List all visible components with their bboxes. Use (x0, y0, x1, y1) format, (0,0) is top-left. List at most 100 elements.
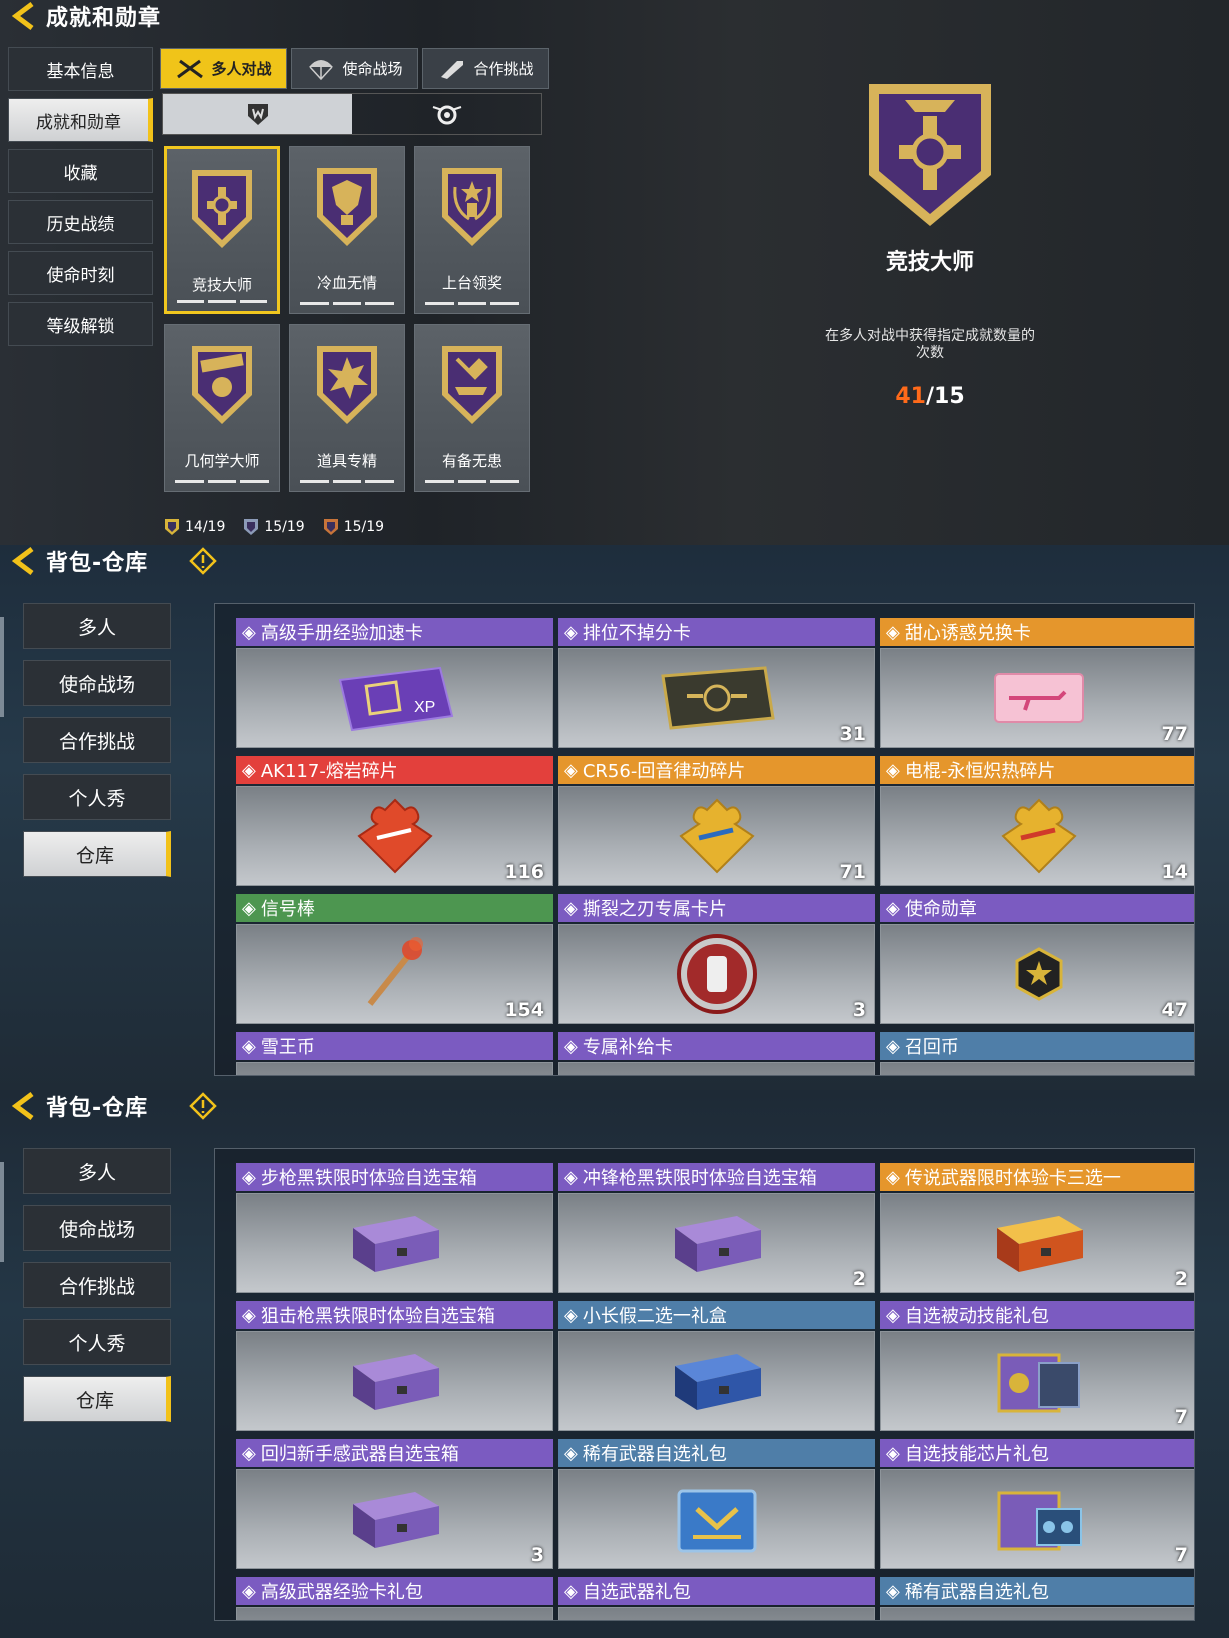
medal-progress (425, 302, 520, 305)
inventory-item[interactable]: ◈ 电棍-永恒炽热碎片 14 (880, 756, 1194, 889)
item-count: 116 (504, 861, 544, 883)
rarity-diamond-icon: ◈ (242, 1035, 256, 1057)
sidebar-item-battle-royale[interactable]: 使命战场 (23, 660, 171, 706)
item-body (236, 1331, 553, 1431)
medal-label: 有备无患 (441, 452, 502, 470)
item-grid: ◈高级手册经验加速卡 XP ◈排位不掉分卡 31 ◈甜心诱惑兑换卡 77 (236, 618, 1194, 1075)
tab-battle-royale[interactable]: 使命战场 (291, 48, 418, 89)
medal-card[interactable]: 竞技大师 (164, 146, 280, 314)
item-body: 154 (236, 924, 553, 1024)
inventory-item[interactable]: ◈ 召回币 (880, 1032, 1194, 1075)
sidebar-item-warehouse[interactable]: 仓库 (23, 831, 171, 877)
sidebar: 多人 使命战场 合作挑战 个人秀 仓库 (23, 603, 171, 888)
medal-progress-text: 41/15 (895, 384, 965, 409)
sidebar-item-basic-info[interactable]: 基本信息 (8, 47, 153, 91)
inventory-item[interactable]: ◈ 狙击枪黑铁限时体验自选宝箱 (236, 1301, 553, 1434)
sidebar-item-coop[interactable]: 合作挑战 (23, 1262, 171, 1308)
inventory-item[interactable]: ◈ 高级武器经验卡礼包 (236, 1577, 553, 1620)
inventory-item[interactable]: ◈ 专属补给卡 (558, 1032, 875, 1075)
inventory-item[interactable]: ◈ 回归新手感武器自选宝箱 3 (236, 1439, 553, 1572)
inventory-item[interactable]: ◈ AK117-熔岩碎片 116 (236, 756, 553, 889)
tab-medals[interactable] (163, 94, 352, 134)
medal-progress (177, 300, 267, 303)
tab-badges[interactable] (352, 94, 541, 134)
medal-card[interactable]: 道具专精 (289, 324, 405, 492)
item-header: ◈ 高级武器经验卡礼包 (236, 1577, 553, 1605)
sidebar-item-coop[interactable]: 合作挑战 (23, 717, 171, 763)
item-body: 116 (236, 786, 553, 886)
pink-card-icon (993, 673, 1084, 723)
rarity-diamond-icon: ◈ (242, 1304, 256, 1326)
item-body: 2 (558, 1193, 875, 1293)
inventory-item[interactable]: ◈ 排位不掉分卡 31 (558, 618, 875, 751)
item-body: 2 (880, 1193, 1194, 1293)
sidebar-item-multiplayer[interactable]: 多人 (23, 603, 171, 649)
item-header: ◈ 专属补给卡 (558, 1032, 875, 1060)
inventory-item[interactable]: ◈ 信号棒 154 (236, 894, 553, 1027)
medal-stats: 14/19 15/19 15/19 (164, 518, 384, 536)
item-header: ◈ 撕裂之刃专属卡片 (558, 894, 875, 922)
item-body: 47 (880, 924, 1194, 1024)
item-header: ◈ 召回币 (880, 1032, 1194, 1060)
back-button[interactable] (0, 1090, 46, 1122)
sidebar-item-collection[interactable]: 收藏 (8, 149, 153, 193)
inventory-item[interactable]: ◈ 甜心诱惑兑换卡 77 (880, 618, 1194, 751)
inventory-item[interactable]: ◈ 步枪黑铁限时体验自选宝箱 (236, 1163, 553, 1296)
item-header: ◈ 自选被动技能礼包 (880, 1301, 1194, 1329)
warning-button[interactable] (188, 1091, 218, 1121)
inventory-item[interactable]: ◈ 冲锋枪黑铁限时体验自选宝箱 2 (558, 1163, 875, 1296)
sidebar-item-moments[interactable]: 使命时刻 (8, 251, 153, 295)
tab-multiplayer[interactable]: 多人对战 (160, 48, 287, 89)
sidebar-item-battle-royale[interactable]: 使命战场 (23, 1205, 171, 1251)
sidebar-item-multiplayer[interactable]: 多人 (23, 1148, 171, 1194)
inventory-item[interactable]: ◈ 自选武器礼包 (558, 1577, 875, 1620)
inventory-item[interactable]: ◈ 小长假二选一礼盒 (558, 1301, 875, 1434)
inventory-item[interactable]: ◈ CR56-回音律动碎片 71 (558, 756, 875, 889)
stat-bronze: 15/19 (323, 518, 384, 536)
inventory-item[interactable]: ◈ 雪王币 (236, 1032, 553, 1075)
inventory-item[interactable]: ◈ 使命勋章 47 (880, 894, 1194, 1027)
medal-card[interactable]: 有备无患 (414, 324, 530, 492)
crossed-guns-icon (177, 59, 204, 78)
sidebar-item-achievements[interactable]: 成就和勋章 (8, 98, 153, 142)
inventory-item[interactable]: ◈ 撕裂之刃专属卡片 3 (558, 894, 875, 1027)
item-count: 7 (1174, 1406, 1188, 1428)
header: 背包-仓库 (0, 545, 218, 577)
sidebar-item-history[interactable]: 历史战绩 (8, 200, 153, 244)
item-grid: ◈ 步枪黑铁限时体验自选宝箱 ◈ 冲锋枪黑铁限时体验自选宝箱 2 ◈ 传说武器限时体验… (236, 1163, 1194, 1620)
rarity-diamond-icon: ◈ (886, 621, 900, 643)
back-button[interactable] (0, 0, 46, 32)
sidebar-item-personal-show[interactable]: 个人秀 (23, 1319, 171, 1365)
rarity-diamond-icon: ◈ (886, 1166, 900, 1188)
back-arrow-icon (11, 1092, 34, 1120)
sidebar-item-warehouse[interactable]: 仓库 (23, 1376, 171, 1422)
inventory-item[interactable]: ◈ 自选被动技能礼包 7 (880, 1301, 1194, 1434)
medal-name: 竞技大师 (885, 250, 974, 275)
sidebar-item-personal-show[interactable]: 个人秀 (23, 774, 171, 820)
warning-button[interactable] (188, 546, 218, 576)
item-header: ◈ 稀有武器自选礼包 (880, 1577, 1194, 1605)
item-body (236, 1062, 553, 1075)
inventory-item[interactable]: ◈ 高级手册经验加速卡 XP (236, 618, 553, 751)
inventory-item[interactable]: ◈ 稀有武器自选礼包 (558, 1439, 875, 1572)
sidebar-item-level-unlock[interactable]: 等级解锁 (8, 302, 153, 346)
medal-card[interactable]: 几何学大师 (164, 324, 280, 492)
inventory-item[interactable]: ◈ 稀有武器自选礼包 (880, 1577, 1194, 1620)
inventory-item[interactable]: ◈ 传说武器限时体验卡三选一 2 (880, 1163, 1194, 1296)
rarity-diamond-icon: ◈ (886, 759, 900, 781)
inventory-item[interactable]: ◈ 自选技能芯片礼包 7 (880, 1439, 1194, 1572)
xp-card-icon: XP (338, 666, 453, 732)
medal-type-tabs (162, 93, 542, 135)
gold-crate-icon (996, 1216, 1083, 1272)
tab-coop[interactable]: 合作挑战 (422, 48, 549, 89)
explosion-medal-icon (317, 346, 377, 424)
item-body: 7 (880, 1331, 1194, 1431)
inventory-screen-2: 背包-仓库 多人 使命战场 合作挑战 个人秀 仓库 ◈ 步枪黑铁限时体验自选宝箱 … (0, 1090, 1229, 1638)
back-button[interactable] (0, 545, 46, 577)
medal-card[interactable]: 冷血无情 (289, 146, 405, 314)
winged-badge-icon (432, 105, 461, 125)
diamond-alert-icon (189, 547, 217, 575)
medal-card[interactable]: 上台领奖 (414, 146, 530, 314)
blue-crate-icon (674, 1354, 761, 1410)
back-arrow-icon (11, 2, 34, 30)
